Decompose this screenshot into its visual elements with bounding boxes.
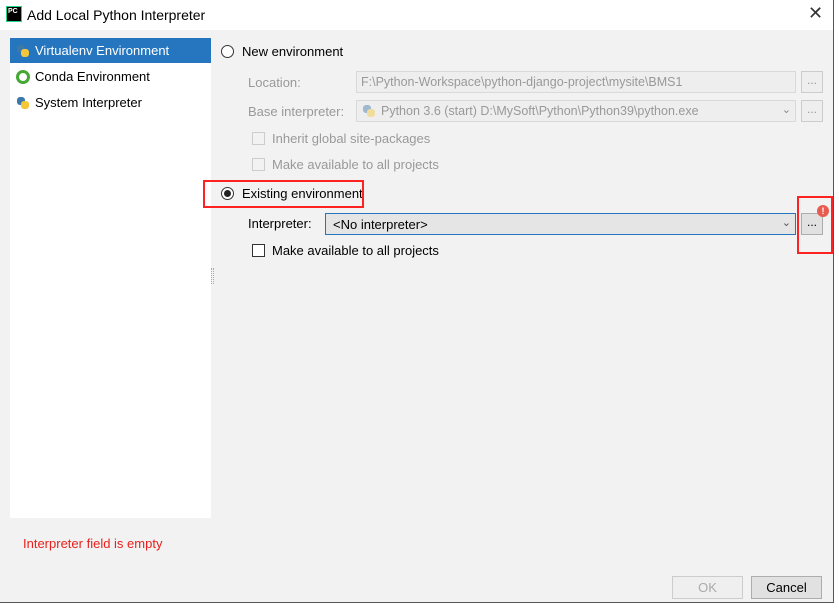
new-environment-label: New environment: [242, 44, 344, 59]
virtualenv-icon: [16, 44, 30, 58]
chevron-down-icon: ⌄: [781, 217, 791, 229]
base-interpreter-select[interactable]: Python 3.6 (start) D:\MySoft\Python\Pyth…: [356, 100, 796, 122]
splitter-handle[interactable]: [211, 268, 214, 284]
conda-icon: [16, 69, 30, 84]
close-icon[interactable]: ✕: [808, 3, 823, 24]
location-browse-button[interactable]: ...: [801, 71, 823, 93]
sidebar-item-label: Conda Environment: [35, 69, 150, 84]
highlight-box-existing: [203, 180, 364, 208]
highlight-box-browse: [797, 196, 833, 254]
sidebar-item-conda[interactable]: Conda Environment: [10, 64, 211, 89]
sidebar-item-system[interactable]: System Interpreter: [10, 90, 211, 115]
ok-button[interactable]: OK: [672, 576, 743, 599]
existing-make-available-label: Make available to all projects: [272, 243, 439, 258]
location-label: Location:: [248, 75, 301, 90]
base-interpreter-browse-button[interactable]: ...: [801, 100, 823, 122]
window-bottom-edge: [0, 602, 834, 609]
interpreter-label: Interpreter:: [248, 216, 312, 231]
error-message: Interpreter field is empty: [23, 536, 163, 551]
cancel-button[interactable]: Cancel: [751, 576, 822, 599]
sidebar-item-virtualenv[interactable]: Virtualenv Environment: [10, 38, 211, 63]
new-environment-radio[interactable]: [221, 45, 234, 58]
sidebar-item-label: Virtualenv Environment: [35, 43, 170, 58]
interpreter-value: <No interpreter>: [333, 217, 428, 232]
chevron-down-icon: ⌄: [781, 104, 791, 116]
new-env-make-available-checkbox[interactable]: [252, 158, 265, 171]
inherit-packages-checkbox[interactable]: [252, 132, 265, 145]
window-title: Add Local Python Interpreter: [27, 7, 206, 23]
location-field[interactable]: F:\Python-Workspace\python-django-projec…: [356, 71, 796, 93]
interpreter-select[interactable]: <No interpreter> ⌄: [325, 213, 796, 235]
inherit-packages-label: Inherit global site-packages: [272, 131, 431, 146]
new-env-make-available-label: Make available to all projects: [272, 157, 439, 172]
window-edge: [833, 0, 839, 609]
python-icon: [16, 96, 30, 110]
title-bar: PC Add Local Python Interpreter ✕: [0, 0, 833, 30]
existing-make-available-checkbox[interactable]: [252, 244, 265, 257]
environment-type-list: Virtualenv Environment Conda Environment…: [10, 38, 211, 518]
base-interpreter-label: Base interpreter:: [248, 104, 345, 119]
sidebar-item-label: System Interpreter: [35, 95, 142, 110]
base-interpreter-value: Python 3.6 (start) D:\MySoft\Python\Pyth…: [381, 104, 699, 118]
pycharm-logo-icon: PC: [6, 6, 22, 22]
python-icon: [362, 104, 376, 118]
